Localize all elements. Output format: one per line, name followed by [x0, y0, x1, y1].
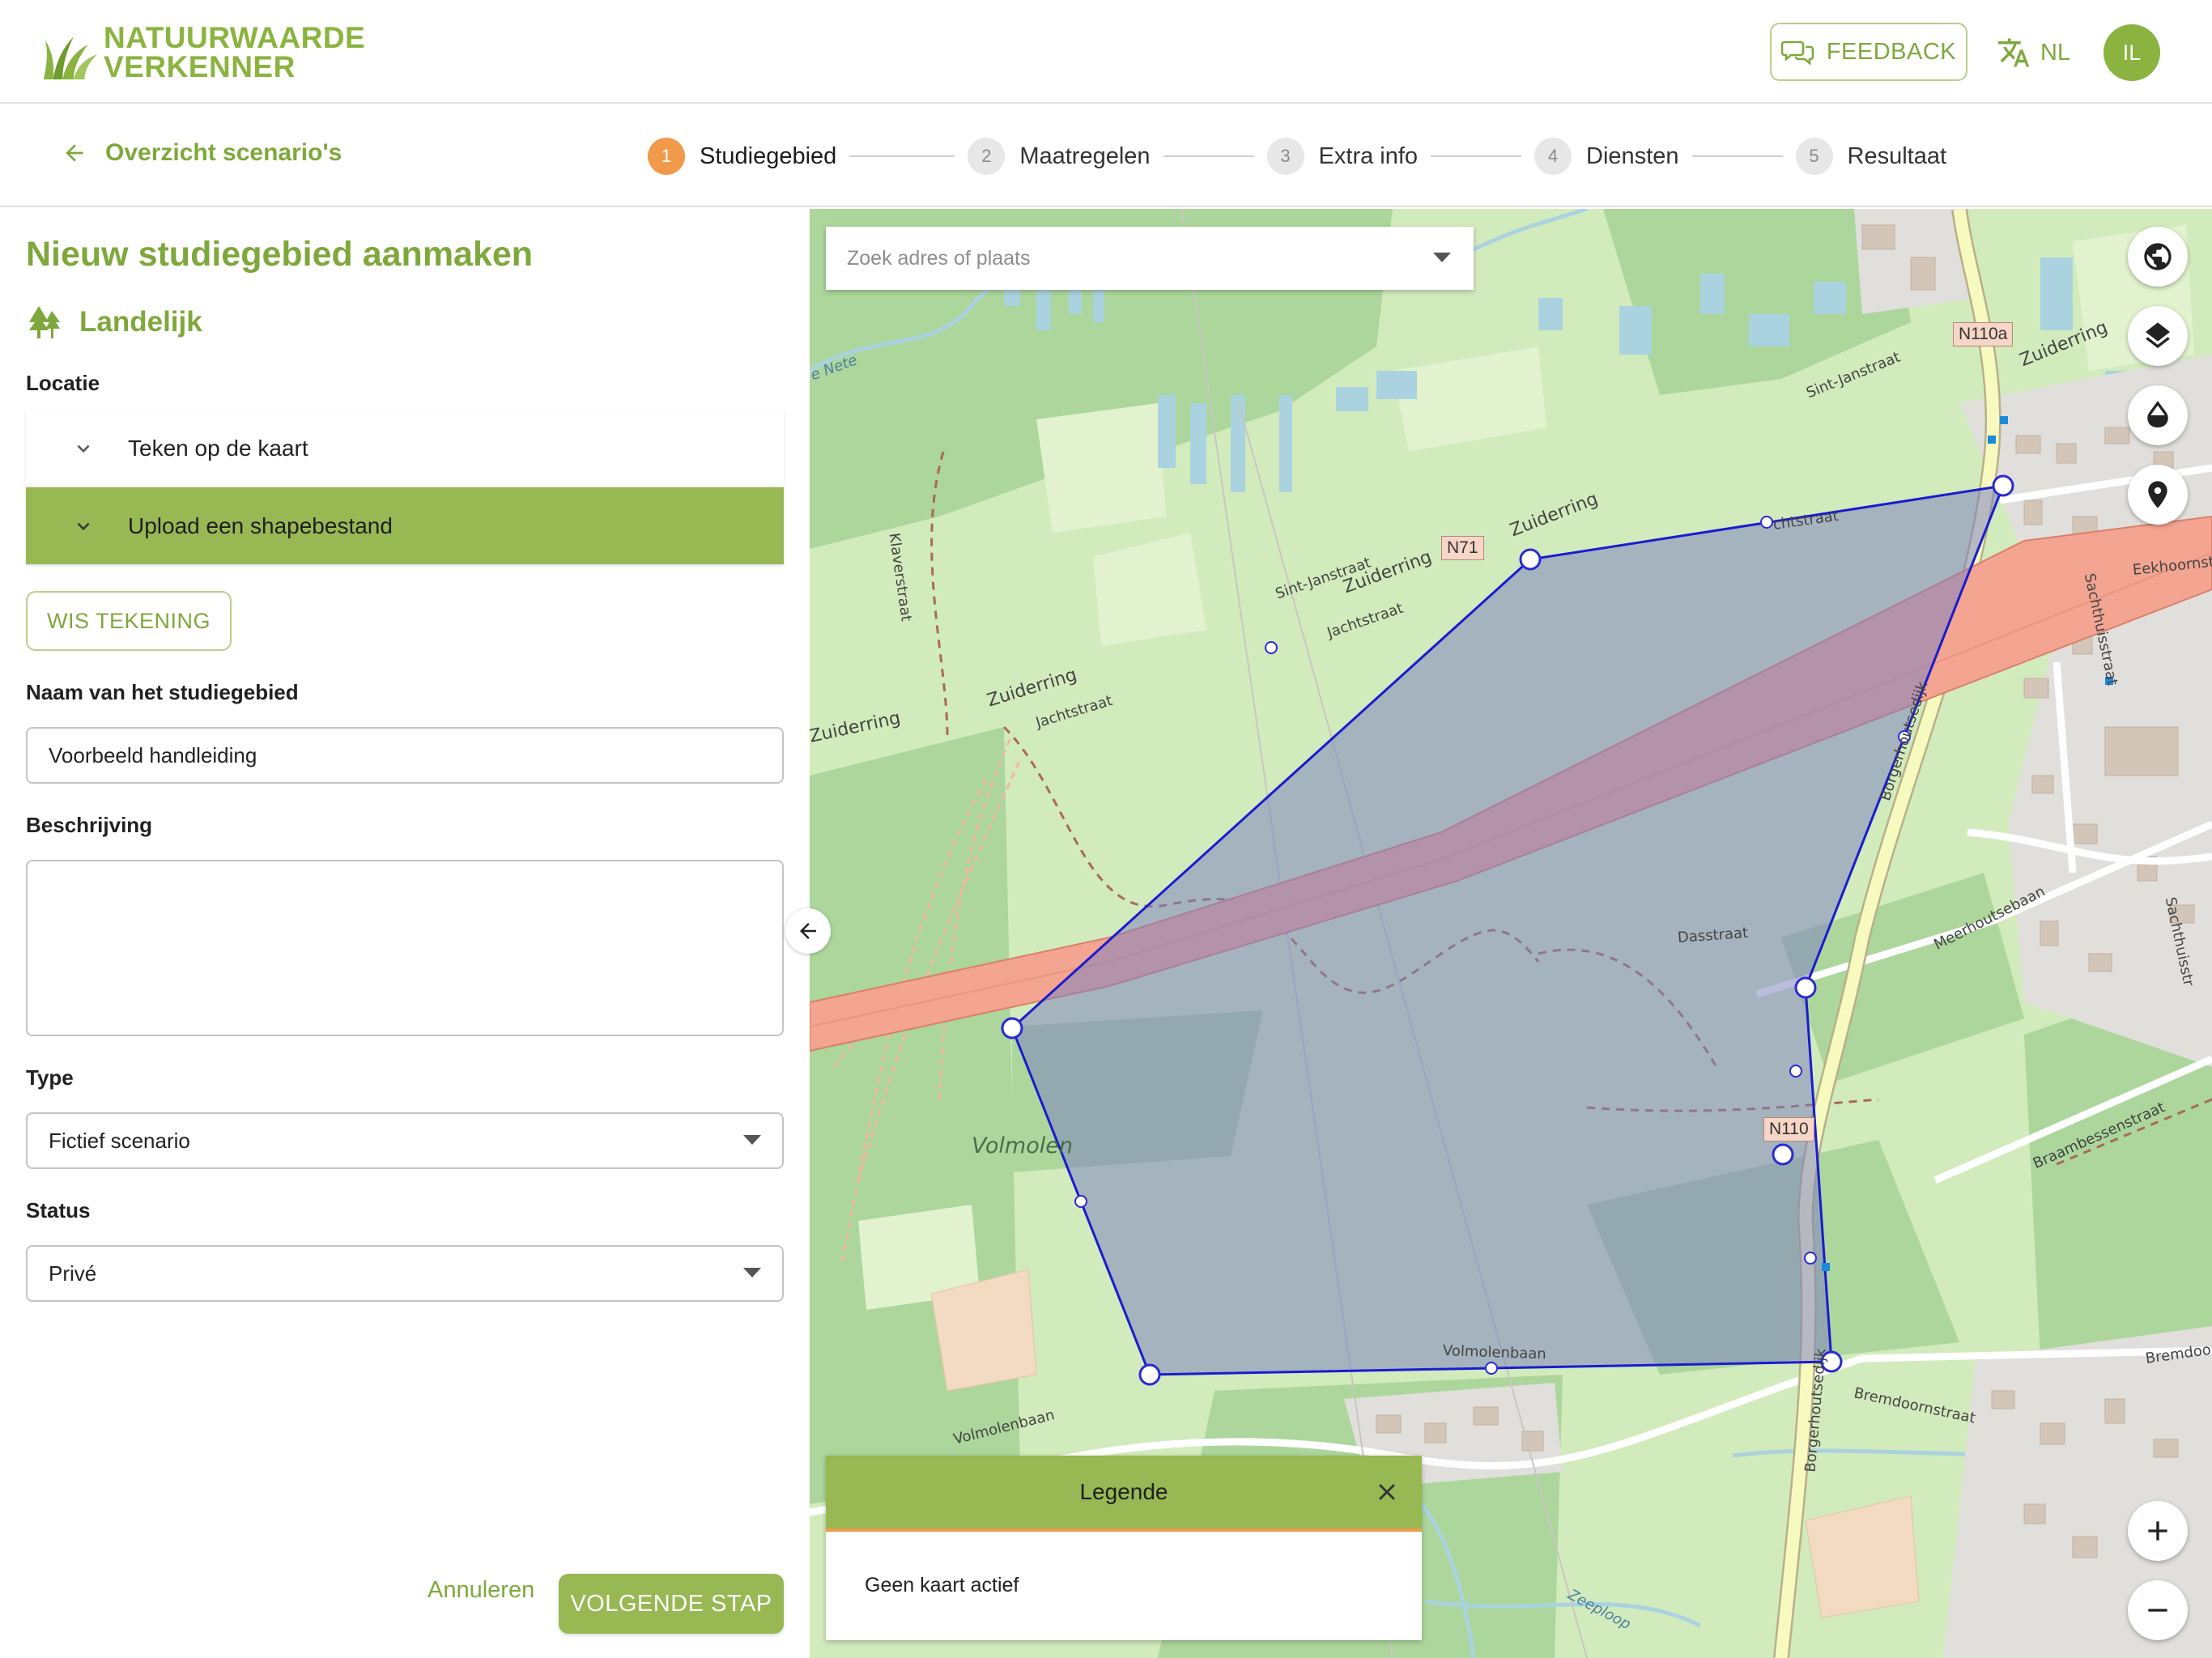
- user-avatar[interactable]: IL: [2104, 24, 2160, 81]
- chevron-down-icon: [77, 522, 90, 530]
- step-number: 4: [1534, 138, 1572, 175]
- location-button[interactable]: [2128, 465, 2188, 525]
- chat-bubbles-icon: [1780, 40, 1814, 66]
- step-connector: [1163, 155, 1254, 157]
- road-shield-n110: N110: [1763, 1117, 1814, 1141]
- arrow-left-icon: [66, 144, 83, 162]
- translate-icon: [1997, 38, 2030, 67]
- arrow-left-icon: [800, 923, 816, 939]
- description-label: Beschrijving: [26, 813, 153, 837]
- legend-empty-text: Geen kaart actief: [865, 1574, 1019, 1596]
- status-label: Status: [26, 1198, 91, 1222]
- step-number: 2: [968, 138, 1006, 175]
- type-label: Type: [26, 1065, 74, 1090]
- opacity-button[interactable]: [2128, 385, 2188, 445]
- step-diensten[interactable]: 4 Diensten: [1534, 138, 1679, 175]
- language-switcher[interactable]: NL: [1997, 32, 2070, 73]
- status-value: Privé: [49, 1261, 97, 1286]
- wizard-stepper-bar: Overzicht scenario's 1 Studiegebied 2 Ma…: [0, 105, 2212, 207]
- step-label: Extra info: [1318, 142, 1419, 169]
- cancel-button[interactable]: Annuleren: [428, 1577, 534, 1604]
- category-indicator: Landelijk: [26, 304, 202, 340]
- basemap: [810, 209, 2212, 1658]
- feedback-button[interactable]: FEEDBACK: [1770, 23, 1967, 81]
- app-name-line2: VERKENNER: [104, 50, 296, 83]
- top-app-bar: NATUURWAARDE VERKENNER FEEDBACK NL IL: [0, 0, 2212, 104]
- road-shield-n71: N71: [1441, 536, 1484, 560]
- back-to-scenarios-link[interactable]: Overzicht scenario's: [62, 139, 342, 167]
- upload-shapefile-option[interactable]: Upload een shapebestand: [26, 487, 784, 565]
- zoom-out-button[interactable]: [2128, 1580, 2188, 1640]
- step-number: 3: [1266, 138, 1304, 175]
- zoom-in-button[interactable]: [2128, 1501, 2188, 1561]
- step-connector: [1691, 155, 1783, 157]
- next-step-button[interactable]: VOLGENDE STAP: [559, 1574, 784, 1634]
- dropdown-arrow-icon: [1433, 253, 1451, 262]
- step-extra-info[interactable]: 3 Extra info: [1266, 138, 1419, 175]
- step-label: Diensten: [1586, 142, 1679, 169]
- collapse-panel-button[interactable]: [785, 908, 831, 954]
- name-label: Naam van het studiegebied: [26, 680, 299, 704]
- step-number: 5: [1795, 138, 1833, 175]
- close-icon[interactable]: [1373, 1478, 1401, 1506]
- globe-map-button[interactable]: [2128, 227, 2188, 287]
- app-logo[interactable]: NATUURWAARDE VERKENNER: [39, 21, 365, 84]
- draw-on-map-label: Teken op de kaart: [128, 435, 308, 461]
- grass-logo-icon: [43, 36, 98, 80]
- app-name-line1: NATUURWAARDE: [104, 21, 366, 54]
- globe-icon: [2144, 243, 2172, 270]
- status-select[interactable]: Privé: [26, 1245, 784, 1302]
- legend-title: Legende: [1079, 1479, 1168, 1504]
- address-search-input[interactable]: Zoek adres of plaats: [826, 227, 1474, 290]
- legend-body: Geen kaart actief: [826, 1532, 1422, 1597]
- step-resultaat[interactable]: 5 Resultaat: [1795, 138, 1947, 175]
- language-code: NL: [2040, 39, 2071, 66]
- search-placeholder: Zoek adres of plaats: [847, 246, 1031, 270]
- step-label: Maatregelen: [1019, 142, 1151, 169]
- map-label-volmolenbaan: Volmolenbaan: [1442, 1342, 1547, 1363]
- dropdown-arrow-icon: [743, 1135, 761, 1145]
- legend-panel: Legende Geen kaart actief: [826, 1456, 1422, 1640]
- road-shield-n110a: N110a: [1953, 322, 2014, 346]
- type-select[interactable]: Fictief scenario: [26, 1112, 784, 1169]
- step-label: Studiegebied: [700, 142, 837, 169]
- step-number: 1: [648, 138, 685, 175]
- stepper: 1 Studiegebied 2 Maatregelen 3 Extra inf…: [648, 136, 1946, 176]
- description-textarea[interactable]: [26, 860, 784, 1036]
- step-studiegebied[interactable]: 1 Studiegebied: [648, 138, 836, 175]
- clear-drawing-button[interactable]: WIS TEKENING: [26, 591, 232, 651]
- step-connector: [1431, 155, 1522, 157]
- step-connector: [849, 155, 955, 157]
- step-maatregelen[interactable]: 2 Maatregelen: [968, 138, 1151, 175]
- category-label: Landelijk: [79, 306, 202, 338]
- minus-icon: [2148, 1609, 2167, 1612]
- layers-icon: [2146, 322, 2170, 349]
- step-label: Resultaat: [1847, 142, 1947, 169]
- type-value: Fictief scenario: [49, 1128, 190, 1153]
- map-pin-icon: [2148, 481, 2167, 508]
- study-area-name-input[interactable]: Voorbeeld handleiding: [26, 727, 784, 784]
- back-link-label: Overzicht scenario's: [105, 139, 342, 166]
- water-drop-icon: [2147, 401, 2168, 428]
- layers-button[interactable]: [2128, 306, 2188, 366]
- location-accordion: Teken op de kaart Upload een shapebestan…: [26, 410, 784, 565]
- dropdown-arrow-icon: [743, 1268, 761, 1278]
- name-value: Voorbeeld handleiding: [49, 742, 257, 767]
- chevron-down-icon: [77, 444, 90, 453]
- draw-on-map-option[interactable]: Teken op de kaart: [26, 410, 784, 487]
- legend-header: Legende: [826, 1456, 1422, 1532]
- trees-icon: [29, 306, 60, 338]
- page-title: Nieuw studiegebied aanmaken: [26, 235, 534, 274]
- feedback-label: FEEDBACK: [1826, 38, 1957, 65]
- upload-shapefile-label: Upload een shapebestand: [128, 512, 393, 538]
- study-area-form-panel: Nieuw studiegebied aanmaken Landelijk Lo…: [0, 209, 810, 1658]
- plus-icon: [2148, 1521, 2167, 1541]
- map-label-volmolen: Volmolen: [972, 1133, 1073, 1158]
- map-view[interactable]: Zuiderring Zuiderring Zuiderring Zuiderr…: [810, 209, 2212, 1658]
- app-name: NATUURWAARDE VERKENNER: [104, 23, 365, 82]
- location-label: Locatie: [26, 371, 100, 395]
